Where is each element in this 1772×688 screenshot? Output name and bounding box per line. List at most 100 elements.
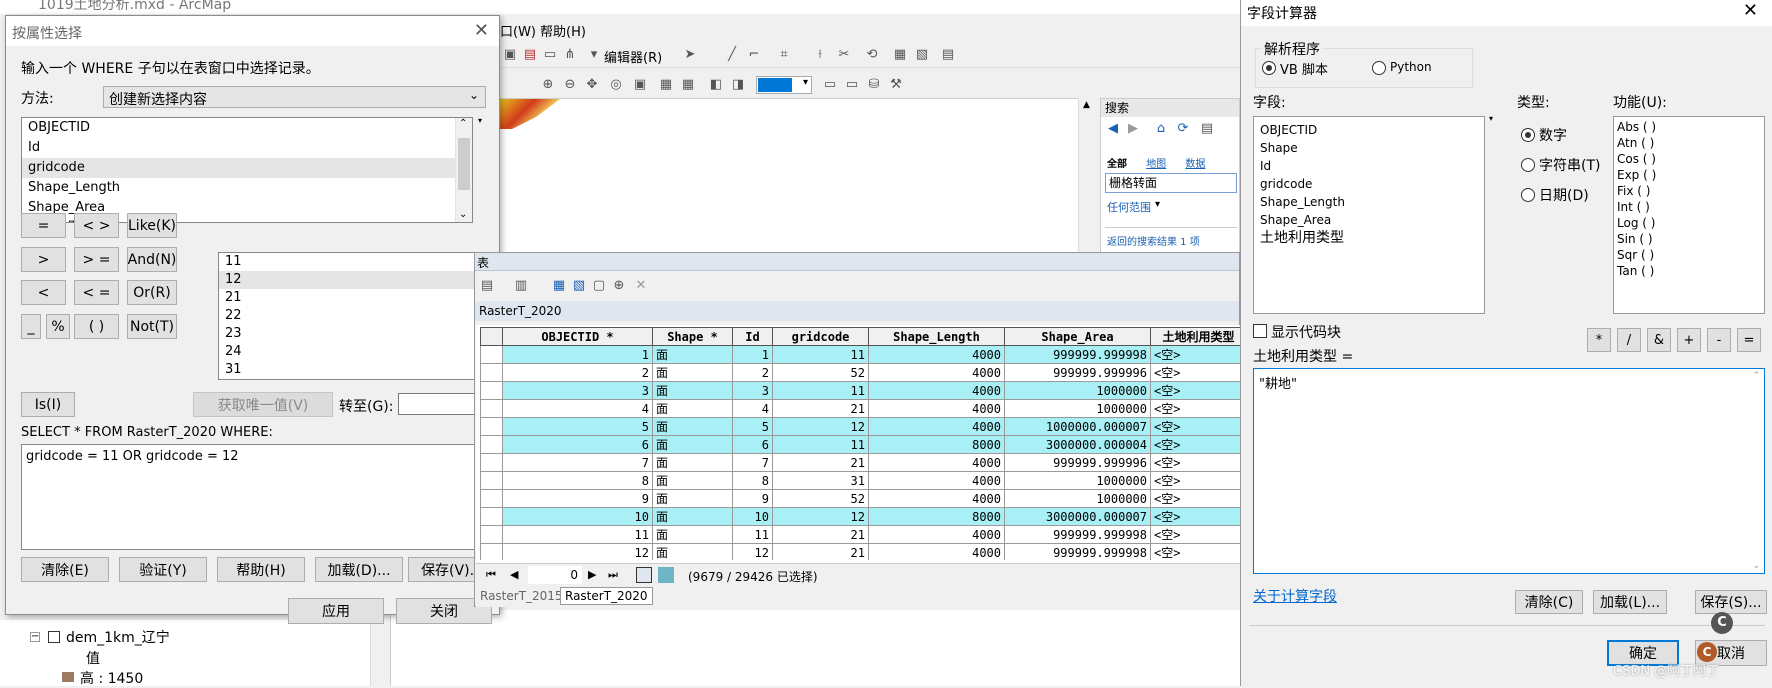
table-options-icon[interactable]: ▤ <box>479 278 495 294</box>
row-selector[interactable] <box>480 363 503 382</box>
table-cell[interactable]: 999999.999998 <box>1004 543 1151 562</box>
table-cell[interactable]: <空> <box>1150 417 1247 436</box>
table-row[interactable]: 8 面 8 31 4000 1000000 <空> <box>480 471 1247 490</box>
operator-button[interactable]: = <box>21 213 66 238</box>
table-cell[interactable]: 面 <box>652 507 733 526</box>
map-view[interactable] <box>500 98 1095 258</box>
table-cell[interactable]: <空> <box>1150 399 1247 418</box>
row-selector[interactable] <box>480 507 503 526</box>
scope-chevron-icon[interactable]: ▾ <box>1155 199 1160 210</box>
calc-field-item[interactable]: Shape <box>1254 139 1484 157</box>
table-cell[interactable]: 4000 <box>868 471 1005 490</box>
table-cell[interactable]: 4000 <box>868 525 1005 544</box>
search-result-link[interactable]: 返回的搜索结果 1 项 <box>1107 233 1200 248</box>
table-cell[interactable]: 12 <box>772 507 869 526</box>
table-cell[interactable]: 52 <box>772 489 869 508</box>
type-radio[interactable] <box>1521 128 1535 142</box>
next-record-icon[interactable]: ▶ <box>588 568 596 581</box>
table-cell[interactable]: 面 <box>652 435 733 454</box>
table-row[interactable]: 12 面 12 21 4000 999999.999998 <空> <box>480 543 1247 562</box>
table-cell[interactable]: 8 <box>502 471 653 490</box>
prev-record-icon[interactable]: ◀ <box>510 568 518 581</box>
table-cell[interactable]: 3000000.000004 <box>1004 435 1151 454</box>
toc-scrollbar[interactable] <box>370 620 388 686</box>
python-radio[interactable] <box>1372 61 1386 75</box>
row-selector[interactable] <box>480 471 503 490</box>
verify-button[interactable]: 验证(Y) <box>119 557 207 582</box>
row-selector[interactable] <box>480 435 503 454</box>
search-tab-data[interactable]: 数据 <box>1185 159 1205 170</box>
table-row[interactable]: 6 面 6 11 8000 3000000.000004 <空> <box>480 435 1247 454</box>
clear-button[interactable]: 清除(E) <box>21 557 109 582</box>
table-row[interactable]: 9 面 9 52 4000 1000000 <空> <box>480 489 1247 508</box>
get-unique-values-button[interactable]: 获取唯一值(V) <box>193 392 333 417</box>
cut-icon[interactable]: ✂ <box>836 47 852 63</box>
show-all-icon[interactable] <box>636 567 652 583</box>
table-cell[interactable]: 4000 <box>868 381 1005 400</box>
rotate-icon[interactable]: ⟲ <box>864 47 880 63</box>
table-cell[interactable]: 999999.999998 <box>1004 525 1151 544</box>
scale-combo[interactable]: ▾ <box>756 76 812 94</box>
table-cell[interactable]: 6 <box>502 435 653 454</box>
load-button[interactable]: 加载(D)... <box>315 557 403 582</box>
expr-scroll-up-icon[interactable]: ⌃ <box>1752 371 1760 381</box>
record-number-input[interactable]: 0 <box>528 566 582 584</box>
table-cell[interactable]: 11 <box>502 525 653 544</box>
value-item[interactable]: 12 <box>219 271 485 289</box>
table-row[interactable]: 10 面 10 12 8000 3000000.000007 <空> <box>480 507 1247 526</box>
first-record-icon[interactable]: ⏮ <box>486 568 496 582</box>
function-item[interactable]: Fix ( ) <box>1614 183 1764 199</box>
values-list[interactable]: 11 12 21 22 23 24 31 <box>218 252 486 380</box>
table-cell[interactable]: 1000000 <box>1004 489 1151 508</box>
help-button[interactable]: 帮助(H) <box>217 557 305 582</box>
more-tools-icon[interactable]: ▤ <box>940 47 956 63</box>
related-tables-icon[interactable]: ▥ <box>513 278 529 294</box>
layer-checkbox[interactable] <box>48 631 60 643</box>
table-cell[interactable]: 1000000.000007 <box>1004 417 1151 436</box>
table-cell[interactable]: 11 <box>772 345 869 364</box>
table-row[interactable]: 3 面 3 11 4000 1000000 <空> <box>480 381 1247 400</box>
table-row[interactable]: 11 面 11 21 4000 999999.999998 <空> <box>480 525 1247 544</box>
tab-rastert-2015[interactable]: RasterT_2015 <box>480 589 563 603</box>
table-row[interactable]: 2 面 2 52 4000 999999.999996 <空> <box>480 363 1247 382</box>
fields-scrollbar[interactable]: ⌃ ⌄ <box>455 118 472 222</box>
grid-2-icon[interactable]: ▦ <box>680 77 696 93</box>
operator-button[interactable]: > = <box>74 247 119 272</box>
operator-button[interactable]: < <box>21 280 66 305</box>
where-expression-input[interactable]: gridcode = 11 OR gridcode = 12 <box>21 444 481 550</box>
table-cell[interactable]: <空> <box>1150 489 1247 508</box>
toc-layer-name[interactable]: dem_1km_辽宁 <box>66 627 170 647</box>
zoom-in-icon[interactable]: ⊕ <box>540 77 556 93</box>
table-cell[interactable]: 5 <box>502 417 653 436</box>
zoom-selected-icon[interactable]: ⊕ <box>611 278 627 294</box>
table-cell[interactable]: 3 <box>732 381 773 400</box>
search-tab-all[interactable]: 全部 <box>1107 159 1127 170</box>
field-item[interactable]: OBJECTID <box>22 118 472 138</box>
table-cell[interactable]: 面 <box>652 453 733 472</box>
options-icon[interactable]: ▤ <box>1199 121 1215 137</box>
row-selector[interactable] <box>480 381 503 400</box>
table-cell[interactable]: 2 <box>502 363 653 382</box>
table-cell[interactable]: 面 <box>652 363 733 382</box>
zoom-out-icon[interactable]: ⊖ <box>562 77 578 93</box>
fields-list[interactable]: OBJECTID Id gridcode Shape_Length Shape_Area… <box>21 117 473 223</box>
show-selected-icon[interactable] <box>658 567 674 583</box>
show-code-checkbox[interactable] <box>1253 324 1267 338</box>
value-item[interactable]: 24 <box>219 343 485 361</box>
table-cell[interactable]: 12 <box>732 543 773 562</box>
function-item[interactable]: Sqr ( ) <box>1614 247 1764 263</box>
map-vscroll[interactable]: ▲ <box>1078 98 1096 258</box>
table-cell[interactable]: 11 <box>772 381 869 400</box>
grid-icon[interactable]: ▦ <box>658 77 674 93</box>
table-cell[interactable]: 999999.999996 <box>1004 363 1151 382</box>
function-item[interactable]: Int ( ) <box>1614 199 1764 215</box>
table-cell[interactable]: 2 <box>732 363 773 382</box>
column-header[interactable]: Id <box>732 327 773 346</box>
table-cell[interactable]: 9 <box>732 489 773 508</box>
function-item[interactable]: Log ( ) <box>1614 215 1764 231</box>
table-cell[interactable]: 12 <box>772 417 869 436</box>
search-input[interactable]: 栅格转面 <box>1105 173 1237 193</box>
home-icon[interactable]: ⌂ <box>1153 121 1169 137</box>
calc-operator-button[interactable]: = <box>1737 328 1761 352</box>
refresh-icon[interactable]: ⟳ <box>1175 121 1191 137</box>
